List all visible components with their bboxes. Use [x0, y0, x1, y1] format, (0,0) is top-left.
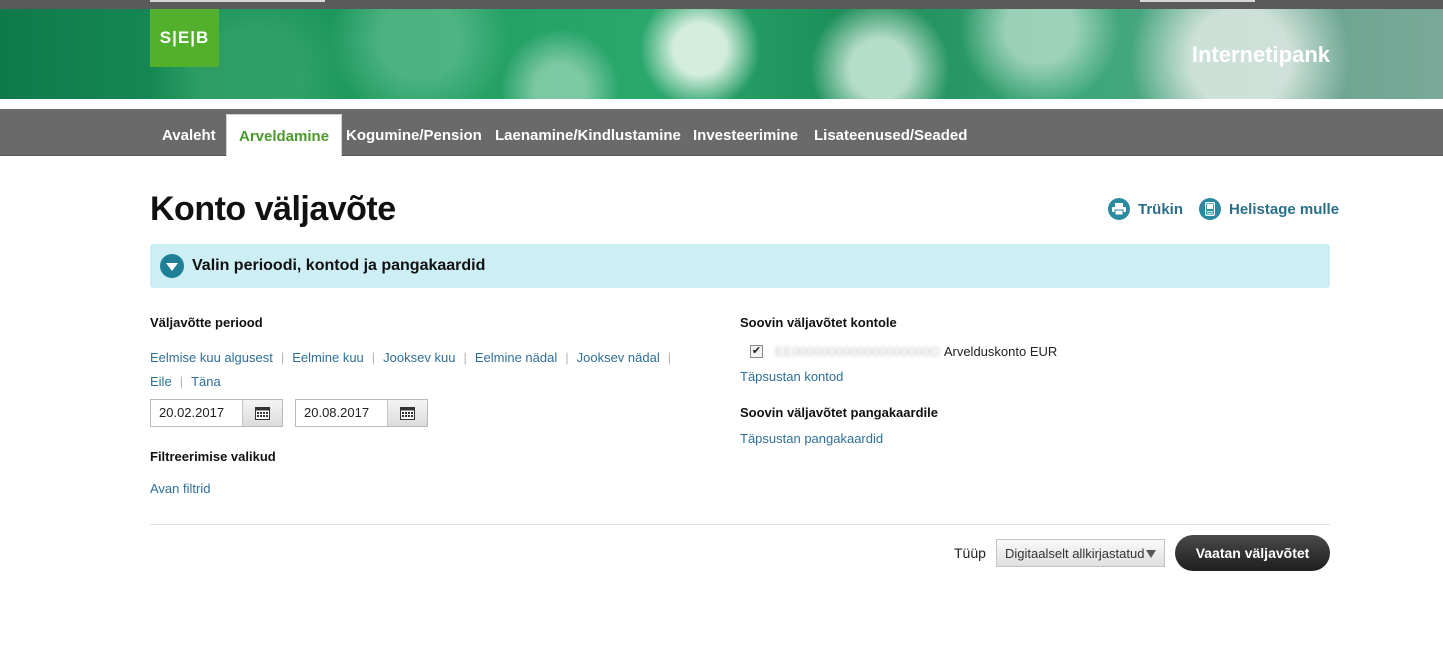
call-me-link[interactable]: Helistage mulle [1199, 198, 1339, 220]
period-quick-links: Eelmise kuu algusest | Eelmine kuu | Jooksev… [150, 346, 690, 394]
nav-item-investeerimine[interactable]: Investeerimine [681, 109, 810, 156]
print-label: Trükin [1138, 200, 1184, 218]
period-link-last-month[interactable]: Eelmine kuu [292, 346, 364, 370]
link-separator: | [280, 350, 285, 365]
seb-logo[interactable]: S|E|B [150, 9, 219, 67]
account-number-masked: EE0000000000000000000O [775, 344, 940, 359]
top-strip [0, 0, 1443, 9]
end-date-picker: 20.08.2017 [295, 399, 428, 427]
call-me-label: Helistage mulle [1229, 200, 1340, 218]
nav-item-kogumine[interactable]: Kogumine/Pension [334, 109, 494, 156]
nav-item-lisateenused[interactable]: Lisateenused/Seaded [802, 109, 979, 156]
account-checkbox[interactable]: ✔ [750, 345, 763, 358]
refine-cards-link[interactable]: Täpsustan pangakaardid [740, 431, 883, 446]
print-link[interactable]: Trükin [1108, 198, 1183, 220]
accounts-label: Soovin väljavõtet kontole [740, 315, 897, 330]
chevron-down-icon [1146, 550, 1156, 558]
link-separator: | [371, 350, 376, 365]
refine-accounts-link[interactable]: Täpsustan kontod [740, 369, 843, 384]
account-name: Arvelduskonto EUR [943, 344, 1058, 359]
start-date-input[interactable]: 20.02.2017 [151, 400, 243, 426]
main-nav: Avaleht Arveldamine Kogumine/Pension Lae… [0, 109, 1443, 157]
period-link-last-month-start[interactable]: Eelmise kuu algusest [150, 346, 273, 370]
logo-text: S|E|B [159, 28, 210, 47]
view-statement-button[interactable]: Vaatan väljavõtet [1175, 535, 1330, 571]
type-label: Tüüp [954, 545, 986, 561]
link-separator: | [667, 350, 672, 365]
accordion-label: Valin perioodi, kontod ja pangakaardid [192, 257, 486, 274]
nav-item-avaleht[interactable]: Avaleht [150, 109, 228, 156]
type-select-value: Digitaalselt allkirjastatud [1005, 545, 1145, 561]
chevron-down-icon [160, 254, 184, 278]
top-strip-segment [150, 0, 325, 2]
link-separator: | [463, 350, 467, 365]
calendar-icon[interactable] [243, 400, 282, 426]
nav-item-laenamine[interactable]: Laenamine/Kindlustamine [483, 109, 693, 156]
period-accordion-header[interactable]: Valin perioodi, kontod ja pangakaardid [150, 244, 1330, 288]
period-label: Väljavõtte periood [150, 315, 263, 330]
top-strip-segment [1140, 0, 1255, 2]
nav-item-arveldamine[interactable]: Arveldamine [226, 114, 343, 157]
app-title: Internetipank [1191, 42, 1330, 67]
type-select[interactable]: Digitaalselt allkirjastatud [996, 539, 1165, 567]
printer-icon [1108, 198, 1130, 220]
divider [150, 524, 1330, 525]
filters-label: Filtreerimise valikud [150, 449, 276, 464]
open-filters-link[interactable]: Avan filtrid [150, 481, 210, 496]
period-link-last-week[interactable]: Eelmine nädal [475, 346, 557, 370]
end-date-input[interactable]: 20.08.2017 [296, 400, 388, 426]
start-date-picker: 20.02.2017 [150, 399, 283, 427]
period-link-yesterday[interactable]: Eile [150, 370, 172, 394]
period-link-current-week[interactable]: Jooksev nädal [577, 346, 660, 370]
header-banner: S|E|B Internetipank [0, 9, 1443, 99]
link-separator: | [565, 350, 569, 365]
period-link-today[interactable]: Täna [191, 370, 221, 394]
period-link-current-month[interactable]: Jooksev kuu [383, 346, 455, 370]
checkmark-icon: ✔ [751, 345, 762, 357]
phone-icon [1199, 198, 1221, 220]
account-row: ✔ EE0000000000000000000O Arvelduskonto E… [750, 344, 1057, 359]
link-separator: | [179, 374, 184, 389]
cards-label: Soovin väljavõtet pangakaardile [740, 405, 938, 420]
page-title: Konto väljavõte [150, 190, 396, 228]
calendar-icon[interactable] [388, 400, 427, 426]
